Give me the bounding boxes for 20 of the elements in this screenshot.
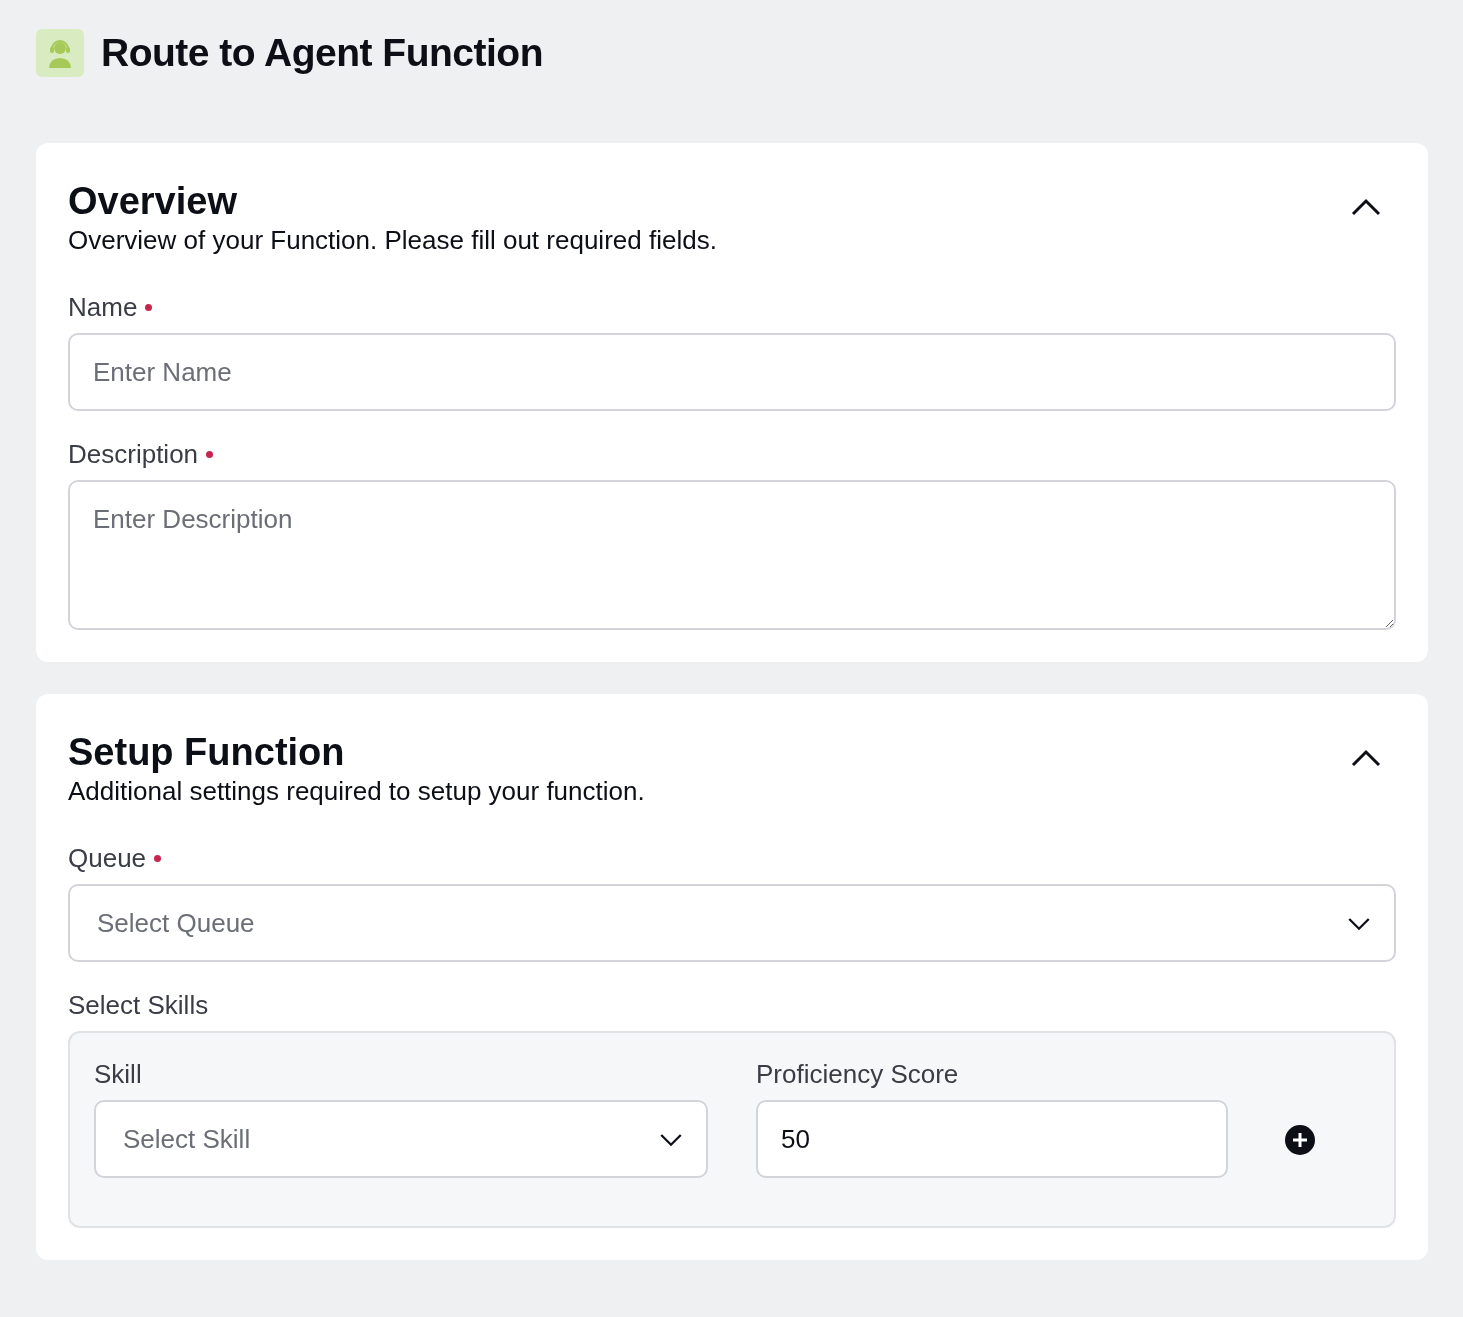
section-subtitle: Additional settings required to setup your function. bbox=[68, 776, 645, 807]
field-label: Select Skills bbox=[68, 990, 209, 1021]
column-label: Proficiency Score bbox=[756, 1059, 959, 1090]
queue-dropdown[interactable]: Select Queue bbox=[68, 884, 1396, 962]
column-label: Skill bbox=[94, 1059, 142, 1090]
agent-headset-icon bbox=[36, 29, 84, 77]
page-title: Route to Agent Function bbox=[101, 31, 543, 75]
section-title: Overview bbox=[68, 179, 238, 223]
description-input-field[interactable]: Enter Description bbox=[68, 480, 1396, 630]
skill-dropdown[interactable]: Select Skill bbox=[94, 1100, 708, 1178]
add-icon[interactable] bbox=[1284, 1124, 1316, 1156]
name-input-field[interactable]: Enter Name bbox=[68, 333, 1396, 411]
section-subtitle: Overview of your Function. Please fill out required fields. bbox=[68, 225, 717, 256]
field-label: Description bbox=[68, 439, 199, 470]
collapse-toggle[interactable] bbox=[1350, 748, 1382, 768]
field-label: Name bbox=[68, 292, 138, 323]
section-title: Setup Function bbox=[68, 730, 346, 774]
proficiency-score-field[interactable]: 50 bbox=[756, 1100, 1228, 1178]
field-label: Queue bbox=[68, 843, 147, 874]
collapse-toggle[interactable] bbox=[1350, 197, 1382, 217]
